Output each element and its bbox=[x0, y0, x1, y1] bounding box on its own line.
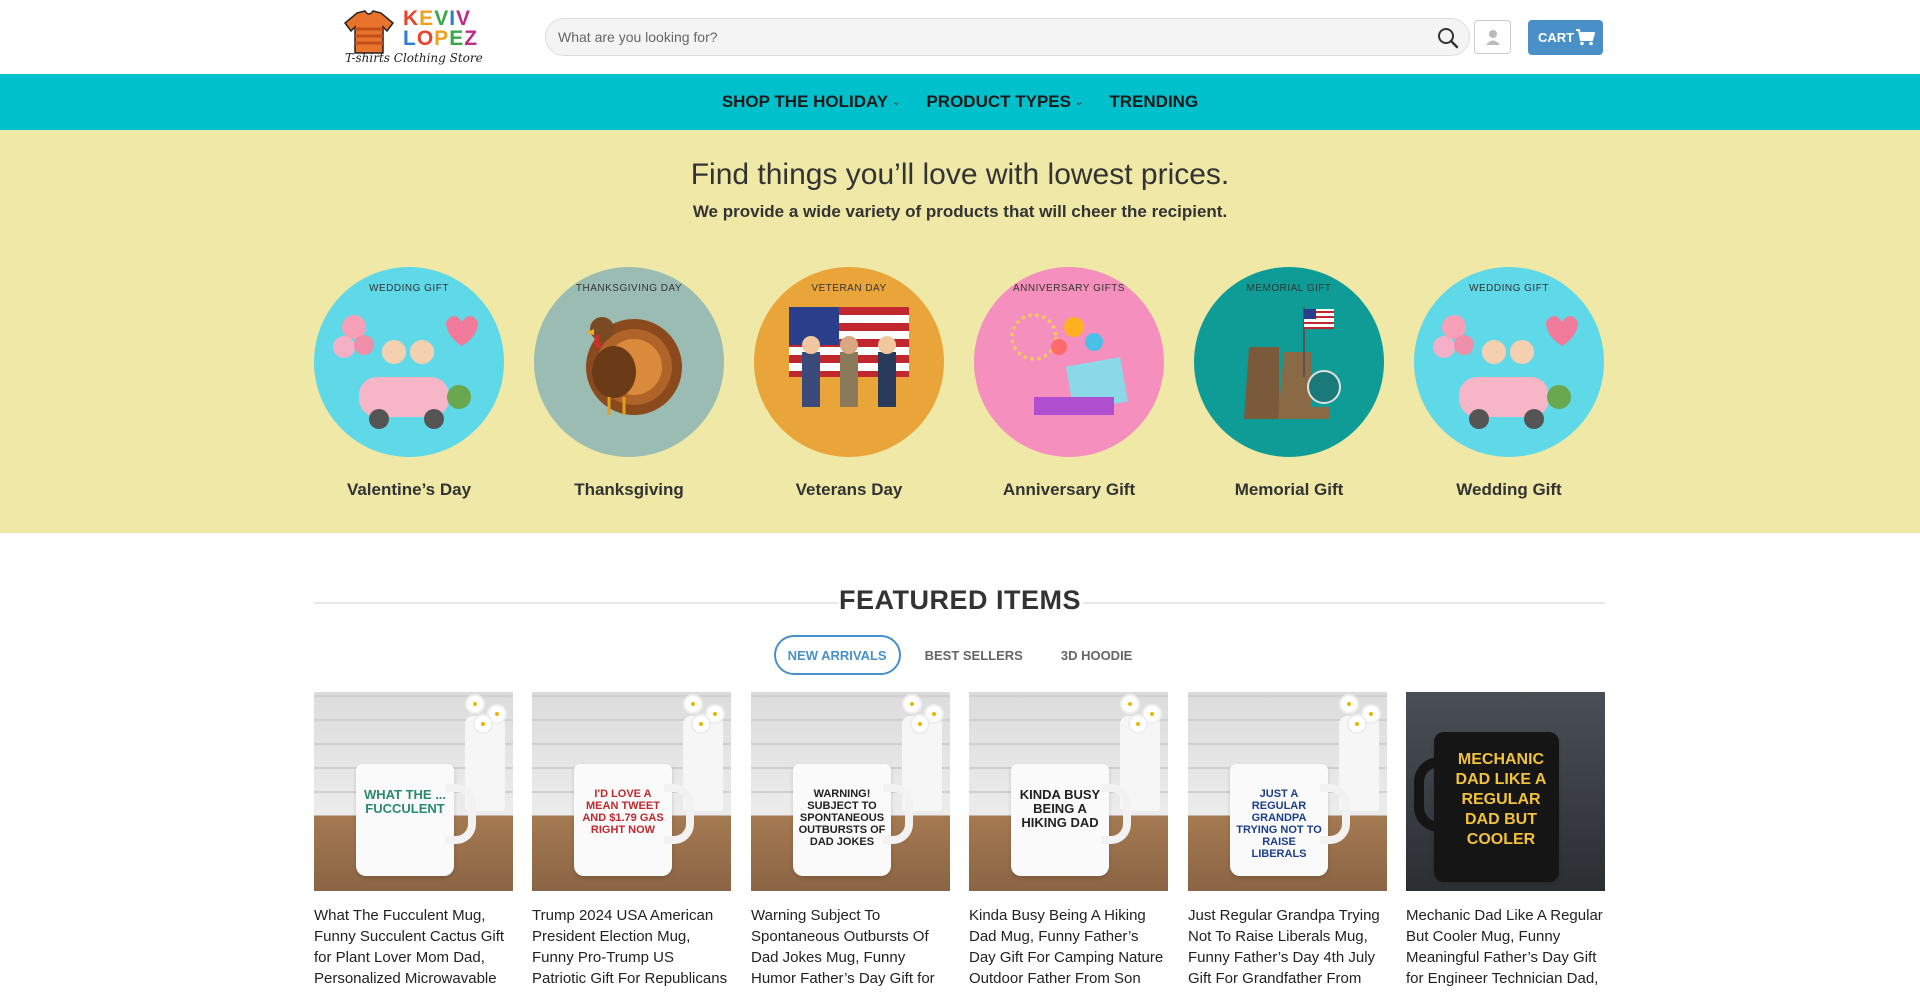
search-bar bbox=[545, 18, 1470, 56]
product-card[interactable]: JUST A REGULAR GRANDPA TRYING NOT TO RAI… bbox=[1188, 692, 1388, 989]
nav-item-shop-the-holiday[interactable]: SHOP THE HOLIDAY ⌄ bbox=[722, 92, 901, 112]
product-card[interactable]: MECHANIC DAD LIKE A REGULAR DAD BUT COOL… bbox=[1406, 692, 1606, 989]
category-veterans-day[interactable]: VETERAN DAY Veterans Day bbox=[754, 267, 944, 500]
cart-label: CART bbox=[1538, 30, 1575, 45]
category-thanksgiving[interactable]: THANKSGIVING DAY Thanksgiving bbox=[534, 267, 724, 500]
chevron-down-icon: ⌄ bbox=[892, 96, 901, 108]
logo-tagline: T-shirts Clothing Store bbox=[345, 51, 483, 65]
product-card[interactable]: KINDA BUSY BEING A HIKING DAD Kinda Busy… bbox=[969, 692, 1169, 989]
product-card[interactable]: WARNING! SUBJECT TO SPONTANEOUS OUTBURST… bbox=[751, 692, 951, 989]
category-label[interactable]: Wedding Gift bbox=[1414, 480, 1604, 500]
category-label[interactable]: Veterans Day bbox=[754, 480, 944, 500]
hero-section: Find things you’ll love with lowest pric… bbox=[0, 130, 1920, 533]
category-anniversary-gift[interactable]: ANNIVERSARY GIFTS Anniversary Gift bbox=[974, 267, 1164, 500]
product-image[interactable]: WHAT THE ... FUCCULENT bbox=[314, 692, 513, 891]
category-image[interactable]: VETERAN DAY bbox=[754, 267, 944, 457]
site-logo[interactable]: KEVIV LOPEZ T-shirts Clothing Store bbox=[343, 7, 483, 67]
product-card[interactable]: WHAT THE ... FUCCULENT What The Fucculen… bbox=[314, 692, 514, 989]
category-label[interactable]: Memorial Gift bbox=[1194, 480, 1384, 500]
product-mug-print: WHAT THE ... FUCCULENT bbox=[363, 787, 447, 816]
cart-icon bbox=[1576, 29, 1595, 46]
product-image[interactable]: I'D LOVE A MEAN TWEET AND $1.79 GAS RIGH… bbox=[532, 692, 731, 891]
product-image[interactable]: KINDA BUSY BEING A HIKING DAD bbox=[969, 692, 1168, 891]
product-title[interactable]: Kinda Busy Being A Hiking Dad Mug, Funny… bbox=[969, 905, 1169, 989]
category-valentines-day[interactable]: WEDDING GIFT Valentine’s Day bbox=[314, 267, 504, 500]
category-image[interactable]: WEDDING GIFT bbox=[314, 267, 504, 457]
search-input[interactable] bbox=[558, 19, 1418, 55]
chevron-down-icon: ⌄ bbox=[1075, 96, 1084, 108]
main-nav: SHOP THE HOLIDAY ⌄ PRODUCT TYPES ⌄ TREND… bbox=[0, 74, 1920, 130]
category-image[interactable]: WEDDING GIFT bbox=[1414, 267, 1604, 457]
category-wedding-gift[interactable]: WEDDING GIFT Wedding Gift bbox=[1414, 267, 1604, 500]
tab-best-sellers[interactable]: BEST SELLERS bbox=[911, 635, 1037, 675]
product-image[interactable]: JUST A REGULAR GRANDPA TRYING NOT TO RAI… bbox=[1188, 692, 1387, 891]
category-label[interactable]: Valentine’s Day bbox=[314, 480, 504, 500]
category-label[interactable]: Thanksgiving bbox=[534, 480, 724, 500]
product-title[interactable]: Trump 2024 USA American President Electi… bbox=[532, 905, 732, 989]
product-title[interactable]: Just Regular Grandpa Trying Not To Raise… bbox=[1188, 905, 1388, 989]
divider bbox=[1083, 602, 1605, 604]
tab-3d-hoodie[interactable]: 3D HOODIE bbox=[1047, 635, 1147, 675]
site-header: KEVIV LOPEZ T-shirts Clothing Store CART bbox=[0, 0, 1920, 74]
tshirt-logo-icon bbox=[343, 10, 395, 54]
featured-tabs: NEW ARRIVALS BEST SELLERS 3D HOODIE bbox=[0, 635, 1920, 675]
divider bbox=[314, 602, 838, 604]
nav-item-label: PRODUCT TYPES bbox=[926, 92, 1071, 111]
product-mug-print: MECHANIC DAD LIKE A REGULAR DAD BUT COOL… bbox=[1455, 751, 1547, 848]
nav-item-label: TRENDING bbox=[1109, 92, 1199, 111]
featured-section: FEATURED ITEMS NEW ARRIVALS BEST SELLERS… bbox=[0, 533, 1920, 993]
product-mug-print: JUST A REGULAR GRANDPA TRYING NOT TO RAI… bbox=[1236, 788, 1322, 860]
category-label[interactable]: Anniversary Gift bbox=[974, 480, 1164, 500]
product-mug-print: WARNING! SUBJECT TO SPONTANEOUS OUTBURST… bbox=[798, 788, 886, 848]
product-mug-print: I'D LOVE A MEAN TWEET AND $1.79 GAS RIGH… bbox=[582, 788, 664, 836]
tab-new-arrivals[interactable]: NEW ARRIVALS bbox=[773, 635, 901, 675]
product-title[interactable]: Warning Subject To Spontaneous Outbursts… bbox=[751, 905, 951, 989]
account-button[interactable] bbox=[1474, 20, 1511, 54]
category-image[interactable]: MEMORIAL GIFT bbox=[1194, 267, 1384, 457]
nav-item-label: SHOP THE HOLIDAY bbox=[721, 92, 889, 111]
hero-title: Find things you’ll love with lowest pric… bbox=[690, 158, 1230, 191]
product-image[interactable]: WARNING! SUBJECT TO SPONTANEOUS OUTBURST… bbox=[751, 692, 950, 891]
user-icon bbox=[1486, 30, 1500, 45]
featured-heading: FEATURED ITEMS bbox=[0, 585, 1920, 616]
product-mug-print: KINDA BUSY BEING A HIKING DAD bbox=[1019, 787, 1101, 830]
search-icon[interactable] bbox=[1437, 27, 1459, 49]
hero-subtitle: We provide a wide variety of products th… bbox=[692, 202, 1228, 221]
cart-button[interactable]: CART bbox=[1528, 20, 1603, 55]
logo-line-2: LOPEZ bbox=[403, 27, 479, 50]
product-card[interactable]: I'D LOVE A MEAN TWEET AND $1.79 GAS RIGH… bbox=[532, 692, 732, 989]
product-title[interactable]: Mechanic Dad Like A Regular But Cooler M… bbox=[1406, 905, 1606, 989]
logo-line-1: KEVIV bbox=[403, 7, 472, 30]
product-title[interactable]: What The Fucculent Mug, Funny Succulent … bbox=[314, 905, 514, 989]
featured-title: FEATURED ITEMS bbox=[839, 585, 1081, 615]
nav-item-product-types[interactable]: PRODUCT TYPES ⌄ bbox=[926, 92, 1083, 112]
category-image[interactable]: ANNIVERSARY GIFTS bbox=[974, 267, 1164, 457]
nav-item-trending[interactable]: TRENDING bbox=[1109, 92, 1198, 112]
product-image[interactable]: MECHANIC DAD LIKE A REGULAR DAD BUT COOL… bbox=[1406, 692, 1605, 891]
category-memorial-gift[interactable]: MEMORIAL GIFT Memorial Gift bbox=[1194, 267, 1384, 500]
category-image[interactable]: THANKSGIVING DAY bbox=[534, 267, 724, 457]
